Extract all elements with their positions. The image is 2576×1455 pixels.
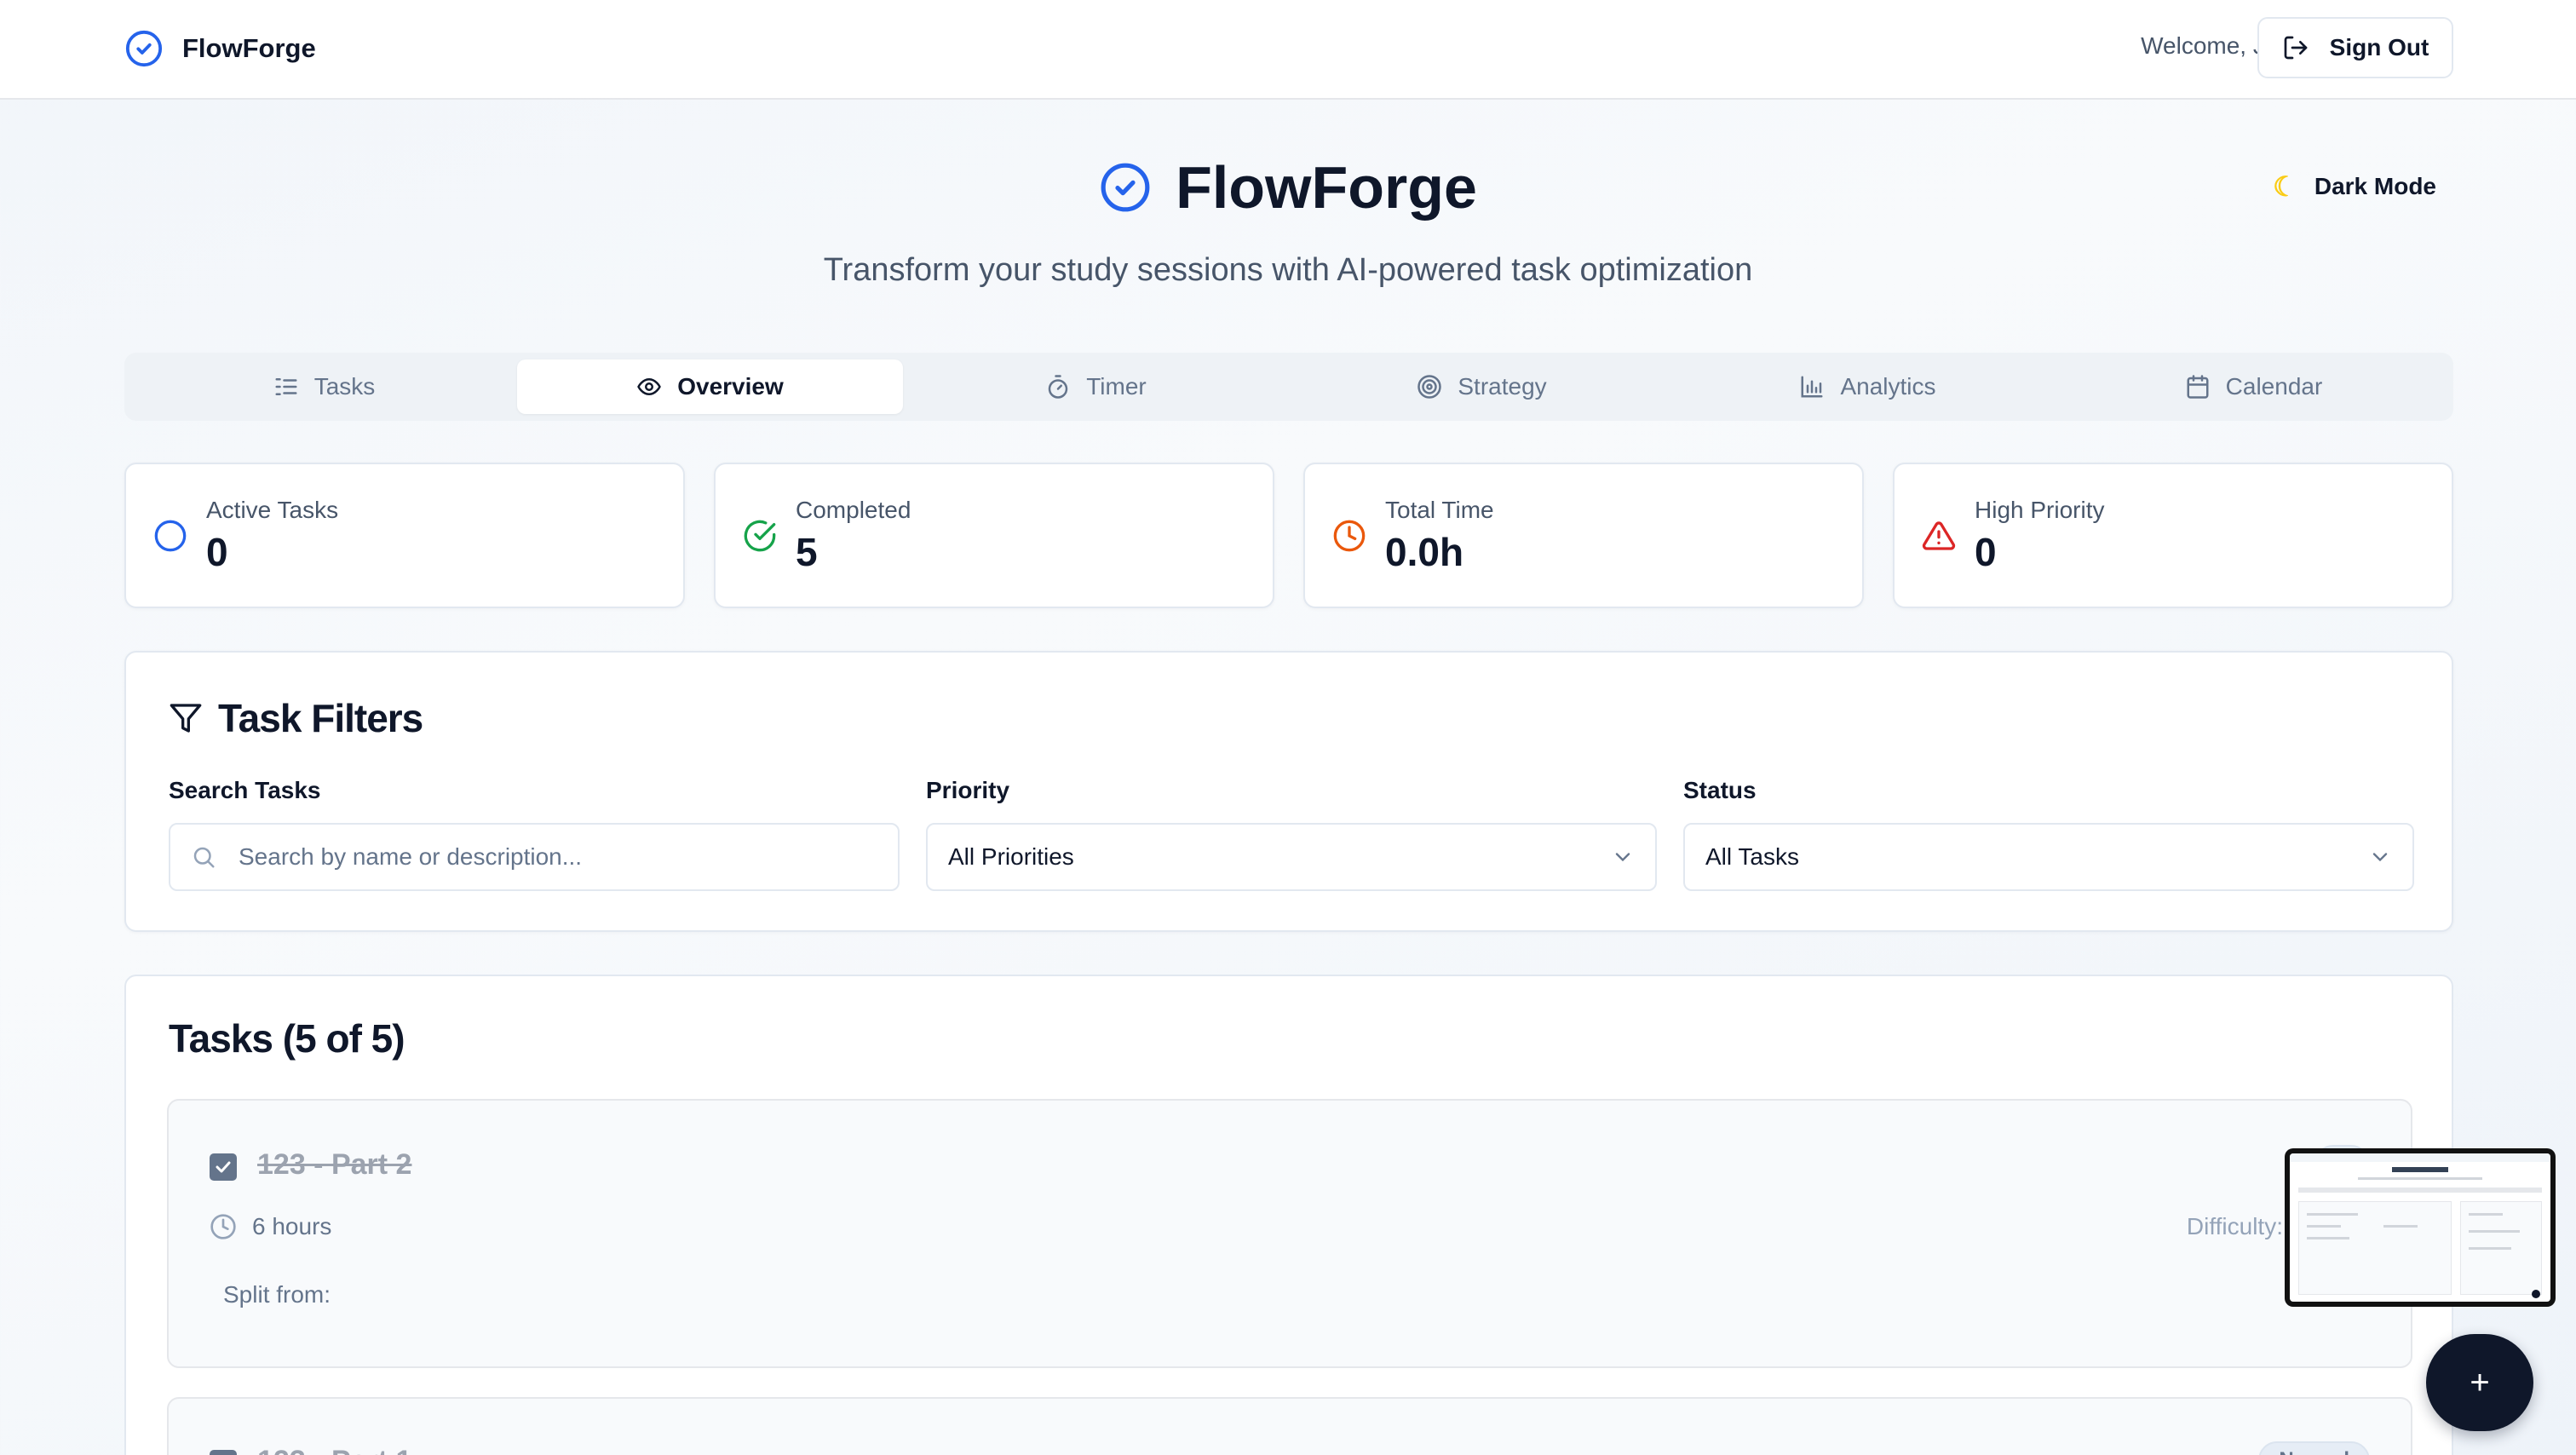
task-difficulty: Difficulty: [2186,1213,2283,1239]
list-icon [275,378,297,395]
bar-chart-icon [1801,376,1823,398]
task-name: 123 - Part 1 [257,1445,411,1455]
moon-icon: ☾ [2273,171,2297,202]
status-field: Status All Tasks [1683,777,2414,891]
logout-icon [2284,36,2308,60]
filters-title: Task Filters [169,695,423,741]
circle-icon [154,520,187,551]
task-item[interactable]: 123 - Part 2 N 6 hours Difficulty: Split… [167,1099,2412,1368]
stat-value: 0 [206,529,228,574]
check-icon [216,1161,231,1173]
calendar-icon [2187,375,2209,399]
tab-label: Strategy [1458,373,1547,400]
brand-name: FlowForge [182,33,316,63]
task-hours-text: 6 hours [252,1213,332,1239]
priority-badge: Normal [2258,1441,2370,1455]
priority-field: Priority All Priorities [926,777,1657,891]
chevron-down-icon [2372,853,2388,862]
sign-out-label: Sign Out [2329,34,2429,60]
stat-label: High Priority [1975,496,2105,523]
sign-out-button[interactable]: Sign Out [2257,17,2453,78]
dark-mode-toggle[interactable]: ☾ Dark Mode [2273,170,2436,203]
tab-timer[interactable]: Timer [903,359,1289,414]
priority-value: All Priorities [948,843,1074,870]
tab-strategy[interactable]: Strategy [1289,359,1675,414]
task-name: 123 - Part 2 [257,1148,412,1181]
search-box[interactable] [169,823,900,891]
hero-title-text: FlowForge [1176,154,1477,221]
clock-icon [210,1214,236,1239]
stat-value: 5 [796,529,818,574]
task-duration: 6 hours [210,1213,331,1240]
stopwatch-icon [1048,375,1068,399]
stat-label: Completed [796,496,911,523]
status-label: Status [1683,777,1757,803]
stat-completed: Completed 5 [714,463,1274,608]
filters-title-text: Task Filters [218,696,423,740]
screenshot-thumbnail[interactable] [2285,1148,2556,1307]
filter-icon [170,704,202,733]
search-field: Search Tasks [169,777,900,891]
priority-select[interactable]: All Priorities [926,823,1657,891]
main-tabs: Tasks Overview Timer Strategy Analytics … [124,353,2453,421]
hero-title: FlowForge [0,153,2576,221]
task-checkbox[interactable] [210,1450,237,1455]
task-item[interactable]: 123 - Part 1 Normal [167,1397,2412,1455]
tab-label: Overview [677,373,784,400]
hero-subtitle: Transform your study sessions with AI-po… [823,252,1753,288]
tab-tasks[interactable]: Tasks [131,359,517,414]
eye-icon [637,378,661,395]
target-icon [1417,375,1442,399]
tab-analytics[interactable]: Analytics [1675,359,2061,414]
stat-label: Total Time [1385,496,1494,523]
stat-value: 0.0h [1385,529,1464,574]
clock-icon [1333,520,1366,551]
tab-label: Calendar [2225,373,2323,400]
tab-label: Tasks [313,373,376,400]
top-nav: FlowForge Welcome, Jake Sign Out [0,0,2576,100]
brand[interactable]: FlowForge [124,29,316,68]
search-input[interactable] [239,843,877,871]
task-filters-card: Task Filters Search Tasks Priority All P… [124,651,2453,932]
priority-label: Priority [926,777,1010,803]
tasks-card: Tasks (5 of 5) 123 - Part 2 N 6 hours Di… [124,975,2453,1455]
tab-overview[interactable]: Overview [517,359,903,414]
search-icon [193,847,215,868]
status-value: All Tasks [1705,843,1799,870]
stat-label: Active Tasks [206,496,339,523]
alert-triangle-icon [1922,520,1956,550]
plus-icon: + [2470,1364,2490,1401]
stat-high-priority: High Priority 0 [1893,463,2453,608]
dark-mode-label: Dark Mode [2314,173,2436,199]
chevron-down-icon [1615,853,1630,862]
stats-row: Active Tasks 0 Completed 5 Total Time 0.… [124,463,2453,608]
thumbnail-preview [2290,1153,2550,1302]
add-task-fab[interactable]: + [2426,1334,2533,1431]
tasks-title: Tasks (5 of 5) [169,1016,405,1061]
tab-label: Timer [1086,373,1147,400]
check-circle-icon [1101,163,1150,212]
stat-total-time: Total Time 0.0h [1303,463,1864,608]
tab-label: Analytics [1840,373,1936,400]
stat-value: 0 [1975,529,1997,574]
task-split-from: Split from: [223,1281,331,1308]
check-circle-icon [744,520,776,551]
search-label: Search Tasks [169,777,321,803]
stat-active-tasks: Active Tasks 0 [124,463,685,608]
task-checkbox[interactable] [210,1153,237,1181]
status-select[interactable]: All Tasks [1683,823,2414,891]
tab-calendar[interactable]: Calendar [2061,359,2447,414]
check-circle-icon [125,30,163,67]
